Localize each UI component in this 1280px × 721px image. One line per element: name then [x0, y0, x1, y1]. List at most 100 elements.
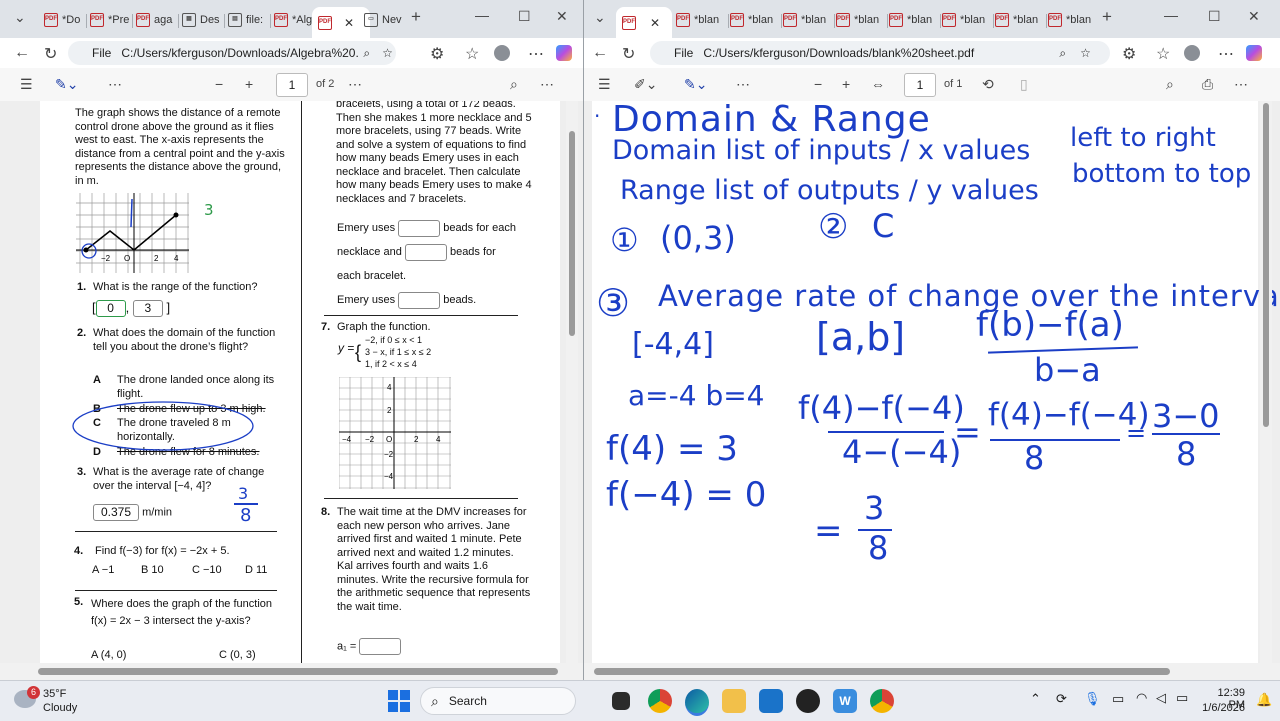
- tab-5[interactable]: PDF *blan: [836, 7, 886, 33]
- clock-date[interactable]: 1/6/2026: [1201, 702, 1245, 714]
- word-icon[interactable]: W: [833, 689, 857, 713]
- maximize-icon[interactable]: ☐: [518, 8, 531, 25]
- rotate-icon[interactable]: ⟲: [982, 76, 994, 93]
- tab-3[interactable]: PDF aga: [136, 7, 176, 33]
- keyboard-icon[interactable]: ▭: [1112, 691, 1124, 707]
- windows-start-icon[interactable]: [388, 690, 410, 712]
- toolbar-more-icon[interactable]: ⋯: [108, 76, 122, 93]
- tab-9[interactable]: PDF *blan: [1048, 7, 1098, 33]
- right-vertical-scrollbar[interactable]: [1260, 101, 1272, 663]
- address-bar[interactable]: File C:/Users/kferguson/Downloads/Algebr…: [68, 41, 396, 65]
- back-arrow-icon[interactable]: ←: [14, 44, 30, 62]
- back-arrow-icon[interactable]: ←: [592, 44, 608, 62]
- sync-icon[interactable]: ⟳: [1056, 691, 1067, 707]
- tab-active[interactable]: PDF ✕: [312, 7, 370, 38]
- tab-close-icon[interactable]: ✕: [344, 16, 354, 30]
- copilot-icon[interactable]: [1246, 45, 1262, 61]
- reload-icon[interactable]: ↻: [44, 44, 57, 64]
- battery-icon[interactable]: ▭: [1176, 690, 1188, 706]
- necklace-beads-input[interactable]: [398, 219, 441, 237]
- tab-4[interactable]: PDF *blan: [783, 7, 833, 33]
- weather-temp[interactable]: 35°F: [43, 688, 66, 700]
- show-hidden-icons[interactable]: ⌃: [1030, 691, 1041, 707]
- scroll-thumb[interactable]: [569, 131, 575, 336]
- toolbar-more-icon[interactable]: ⋯: [736, 76, 750, 93]
- copilot-icon[interactable]: [556, 45, 572, 61]
- tab-5[interactable]: ▤ file:: [228, 7, 268, 33]
- chrome-profile-icon[interactable]: [870, 689, 894, 713]
- tab-search-icon[interactable]: ⌄: [594, 9, 606, 26]
- chrome-icon[interactable]: [648, 689, 672, 713]
- close-window-icon[interactable]: ✕: [556, 8, 568, 25]
- file-explorer-icon[interactable]: [722, 689, 746, 713]
- scroll-thumb[interactable]: [38, 668, 558, 675]
- new-tab-plus-icon[interactable]: +: [1102, 7, 1112, 27]
- profile-avatar[interactable]: [1184, 45, 1200, 61]
- profile-avatar[interactable]: [494, 45, 510, 61]
- maximize-icon[interactable]: ☐: [1208, 8, 1221, 25]
- favorite-star-icon[interactable]: ☆: [382, 46, 393, 60]
- store-icon[interactable]: [759, 689, 783, 713]
- close-window-icon[interactable]: ✕: [1248, 8, 1260, 25]
- zoom-icon[interactable]: ⌕: [1059, 46, 1066, 61]
- volume-icon[interactable]: ◁: [1156, 690, 1166, 706]
- tab-2[interactable]: PDF *Pre: [90, 7, 130, 33]
- tab-6[interactable]: PDF *blan: [889, 7, 939, 33]
- scroll-thumb[interactable]: [594, 668, 1170, 675]
- taskbar-search-box[interactable]: ⌕ Search: [420, 687, 576, 715]
- reload-icon[interactable]: ↻: [622, 44, 635, 64]
- scroll-thumb[interactable]: [1263, 103, 1269, 427]
- tab-6[interactable]: PDF *Alg: [274, 7, 312, 33]
- weather-condition[interactable]: Cloudy: [43, 702, 77, 714]
- q7-graph-grid[interactable]: −4 −2 O 2 4 4 2 −2 −4: [339, 377, 451, 489]
- tab-active[interactable]: PDF ✕: [616, 7, 672, 38]
- q8-a1-input[interactable]: [359, 638, 402, 655]
- tab-8[interactable]: PDF *blan: [995, 7, 1045, 33]
- q1-answer-a[interactable]: 0: [95, 300, 126, 317]
- microphone-icon[interactable]: 🎙: [1084, 691, 1101, 707]
- page-number-input[interactable]: 1: [276, 73, 308, 97]
- zoom-icon[interactable]: ⌕: [363, 46, 370, 61]
- right-horizontal-scrollbar[interactable]: [584, 663, 1280, 680]
- tab-7[interactable]: PDF *blan: [942, 7, 992, 33]
- left-vertical-scrollbar[interactable]: [566, 101, 578, 663]
- zoom-in-icon[interactable]: +: [245, 76, 253, 92]
- app-icon[interactable]: [796, 689, 820, 713]
- wifi-icon[interactable]: ◠: [1136, 690, 1147, 706]
- total-beads-input[interactable]: [398, 291, 441, 309]
- tab-3[interactable]: PDF *blan: [730, 7, 780, 33]
- find-icon[interactable]: ⌕: [510, 76, 518, 93]
- tab-search-icon[interactable]: ⌄: [14, 9, 26, 26]
- save-icon[interactable]: ⎙: [1202, 76, 1213, 93]
- highlight-icon[interactable]: ✐⌄: [634, 76, 657, 93]
- zoom-out-icon[interactable]: −: [814, 76, 822, 92]
- favorite-star-icon[interactable]: ☆: [1080, 46, 1091, 60]
- tab-8[interactable]: ▭ Nev: [364, 7, 404, 33]
- bracelet-beads-input[interactable]: [404, 243, 447, 261]
- contents-list-icon[interactable]: ☰: [598, 76, 611, 93]
- settings-more-icon[interactable]: ⋯: [1234, 76, 1248, 93]
- more-menu-icon[interactable]: ⋯: [528, 44, 544, 64]
- left-horizontal-scrollbar[interactable]: [0, 663, 583, 680]
- page-view-icon[interactable]: ▯: [1020, 76, 1028, 93]
- tab-close-icon[interactable]: ✕: [650, 16, 660, 30]
- page-number-input[interactable]: 1: [904, 73, 936, 97]
- settings-more-icon[interactable]: ⋯: [540, 76, 554, 93]
- tab-1[interactable]: PDF *Do: [44, 7, 84, 33]
- favorites-icon[interactable]: ☆: [1156, 44, 1170, 64]
- contents-list-icon[interactable]: ☰: [20, 76, 33, 93]
- q3-answer-box[interactable]: 0.375: [93, 504, 139, 521]
- zoom-out-icon[interactable]: −: [215, 76, 223, 92]
- zoom-in-icon[interactable]: +: [842, 76, 850, 92]
- draw-icon[interactable]: ✎⌄: [55, 76, 78, 93]
- address-bar[interactable]: File C:/Users/kferguson/Downloads/blank%…: [650, 41, 1110, 65]
- page-view-more-icon[interactable]: ⋯: [348, 76, 362, 93]
- edge-icon[interactable]: [685, 689, 709, 716]
- minimize-icon[interactable]: —: [1164, 7, 1178, 23]
- find-icon[interactable]: ⌕: [1166, 76, 1174, 93]
- more-menu-icon[interactable]: ⋯: [1218, 44, 1234, 64]
- favorites-icon[interactable]: ☆: [465, 44, 479, 64]
- task-view-icon[interactable]: [612, 692, 630, 710]
- draw-icon[interactable]: ✎⌄: [684, 76, 707, 93]
- minimize-icon[interactable]: —: [475, 7, 489, 23]
